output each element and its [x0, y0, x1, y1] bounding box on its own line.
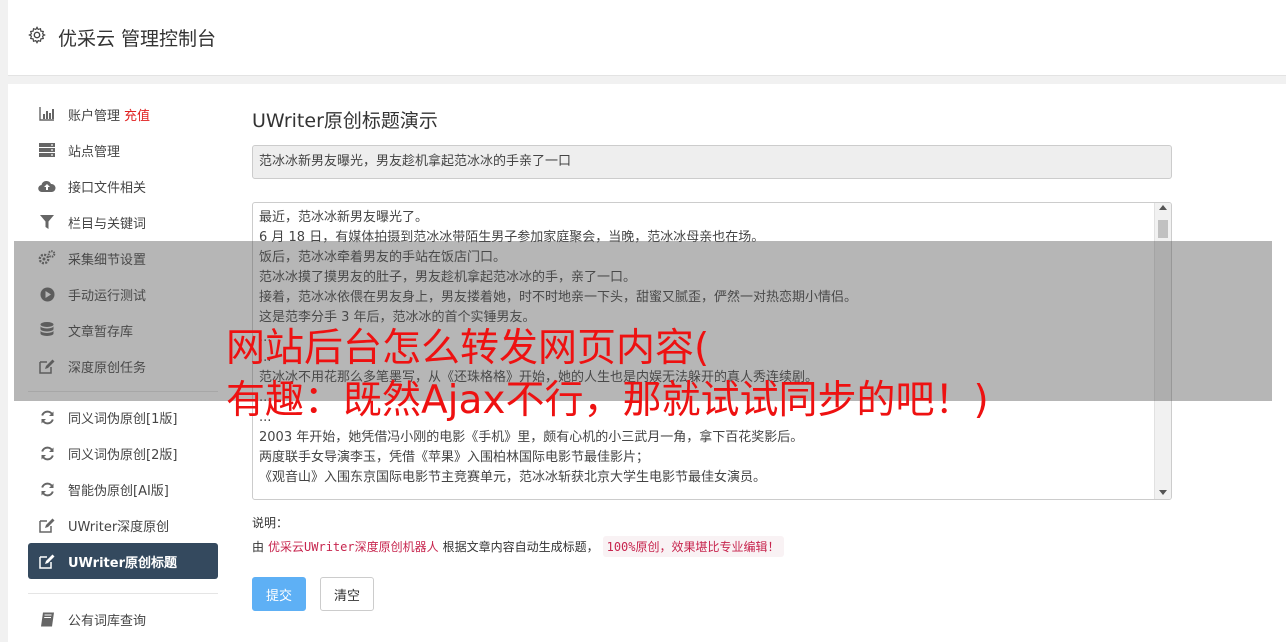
sidebar-item-synonym-v2[interactable]: 同义词伪原创[2版] [28, 435, 218, 471]
overlay-caption: 网站后台怎么转发网页内容( 有趣：既然Ajax不行，那就试试同步的吧！) [226, 323, 1276, 427]
scroll-up-arrow-icon[interactable] [1159, 205, 1167, 210]
book-icon [38, 610, 56, 628]
article-line: 最近，范冰冰新男友曝光了。 [259, 210, 429, 225]
page-title: UWriter原创标题演示 [252, 110, 438, 132]
article-line: 两度联手女导演李玉，凭借《苹果》入围柏林国际电影节最佳影片； [259, 450, 650, 465]
refresh-icon [38, 408, 56, 426]
sidebar-item-uwriter-title[interactable]: UWriter原创标题 [28, 543, 218, 579]
recharge-link[interactable]: 充值 [124, 105, 150, 124]
clear-button[interactable]: 清空 [320, 577, 374, 611]
sidebar-item-sites[interactable]: 站点管理 [28, 132, 218, 168]
submit-button[interactable]: 提交 [252, 577, 306, 611]
bar-chart-icon [38, 105, 56, 123]
sidebar-item-label: 接口文件相关 [68, 180, 147, 196]
uwriter-robot-link[interactable]: 优采云UWriter深度原创机器人 [268, 538, 439, 555]
refresh-icon [38, 480, 56, 498]
note-prefix: 由 [252, 540, 265, 554]
app-title: 优采云 管理控制台 [58, 28, 217, 50]
title-input[interactable]: 范冰冰新男友曝光，男友趁机拿起范冰冰的手亲了一口 [252, 145, 1172, 179]
sidebar-item-label: 账户管理 [68, 108, 121, 124]
note-label: 说明： [252, 516, 289, 530]
refresh-icon [38, 444, 56, 462]
sidebar-item-ai-rewrite[interactable]: 智能伪原创[AI版] [28, 471, 218, 507]
sidebar-divider [28, 593, 218, 594]
note-middle: 根据文章内容自动生成标题， [442, 540, 599, 554]
note-text: 由 优采云UWriter深度原创机器人 根据文章内容自动生成标题， 100%原创… [252, 536, 784, 557]
gear-icon [28, 26, 46, 44]
note-highlight: 100%原创，效果堪比专业编辑！ [602, 536, 784, 557]
sidebar-item-label: 站点管理 [68, 144, 121, 160]
sidebar-item-columns-keywords[interactable]: 栏目与关键词 [28, 204, 218, 240]
article-line: 2003 年开始，她凭借冯小刚的电影《手机》里，颇有心机的小三武月一角，拿下百花… [259, 430, 804, 445]
cloud-upload-icon [38, 177, 56, 195]
edit-icon [38, 552, 56, 570]
server-icon [38, 141, 56, 159]
edit-icon [38, 516, 56, 534]
overlay-line-2: 有趣：既然Ajax不行，那就试试同步的吧！) [226, 378, 989, 423]
sidebar-item-account[interactable]: 账户管理 充值 [28, 96, 218, 132]
scroll-thumb[interactable] [1158, 220, 1168, 238]
sidebar-item-api-files[interactable]: 接口文件相关 [28, 168, 218, 204]
sidebar-item-label: 同义词伪原创[1版] [68, 411, 178, 427]
sidebar-item-label: 公有词库查询 [68, 613, 147, 629]
sidebar-item-label: 智能伪原创[AI版] [68, 483, 169, 499]
filter-icon [38, 213, 56, 231]
scroll-down-arrow-icon[interactable] [1159, 490, 1167, 495]
sidebar-item-public-lexicon[interactable]: 公有词库查询 [28, 601, 218, 637]
sidebar-item-label: UWriter原创标题 [68, 555, 177, 571]
sidebar-item-uwriter-deep[interactable]: UWriter深度原创 [28, 507, 218, 543]
sidebar-item-label: UWriter深度原创 [68, 519, 170, 535]
sidebar-item-label: 栏目与关键词 [68, 216, 147, 232]
sidebar-item-synonym-v1[interactable]: 同义词伪原创[1版] [28, 399, 218, 435]
app-header: 优采云 管理控制台 [8, 0, 1286, 76]
article-line: 《观音山》入围东京国际电影节主竞赛单元，范冰冰斩获北京大学生电影节最佳女演员。 [259, 470, 767, 485]
overlay-line-1: 网站后台怎么转发网页内容( [226, 326, 710, 371]
sidebar-item-label: 同义词伪原创[2版] [68, 447, 178, 463]
